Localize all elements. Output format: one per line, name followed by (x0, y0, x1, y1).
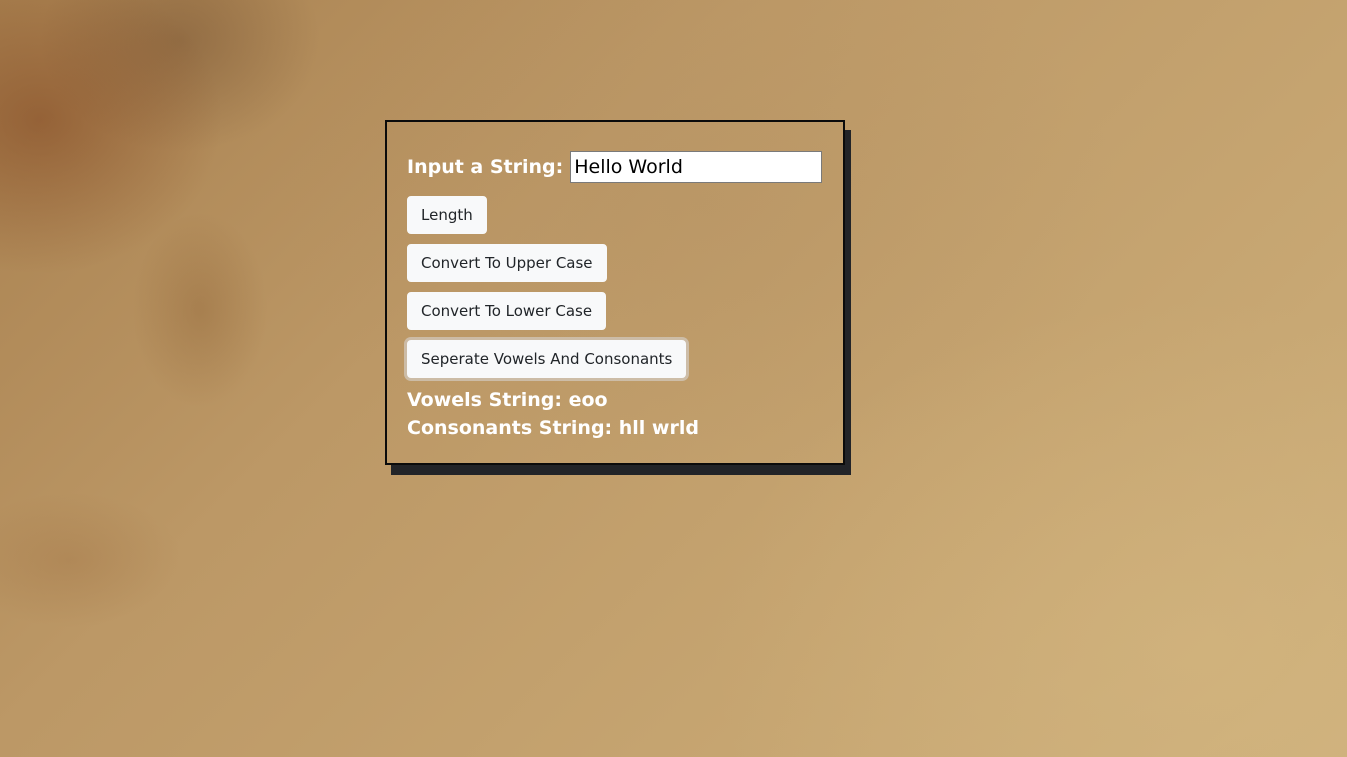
input-row: Input a String: (407, 151, 823, 183)
input-label: Input a String: (407, 156, 564, 178)
consonants-result: Consonants String: hll wrld (407, 417, 699, 439)
separate-vowels-consonants-button[interactable]: Seperate Vowels And Consonants (407, 340, 687, 378)
upper-case-button[interactable]: Convert To Upper Case (407, 244, 607, 282)
vowels-result: Vowels String: eoo (407, 389, 608, 411)
length-button[interactable]: Length (407, 196, 487, 234)
lower-case-button[interactable]: Convert To Lower Case (407, 292, 607, 330)
string-tools-panel: Input a String: Length Convert To Upper … (385, 120, 845, 465)
string-input[interactable] (570, 151, 823, 183)
